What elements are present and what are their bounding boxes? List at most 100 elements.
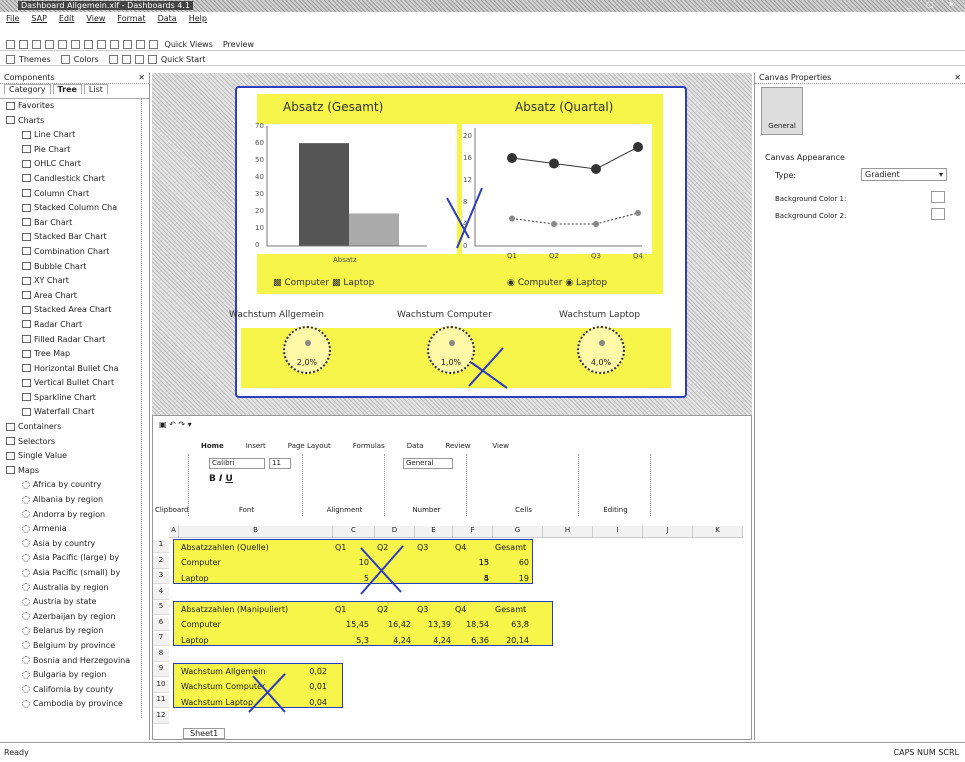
tree-item[interactable]: Albania by region — [0, 493, 149, 508]
menu-sap[interactable]: SAP — [31, 14, 47, 23]
menu-edit[interactable]: Edit — [59, 14, 75, 23]
tree-item[interactable]: Charts — [0, 114, 149, 129]
ribbon-tab[interactable]: Data — [407, 442, 424, 450]
format-icon[interactable] — [108, 55, 118, 64]
tree-item[interactable]: Belarus by region — [0, 624, 149, 639]
ribbon-tab[interactable]: Review — [445, 442, 470, 450]
copy-icon[interactable] — [58, 40, 67, 49]
tree-item[interactable]: Asia Pacific (large) by — [0, 551, 149, 566]
quick-start-button[interactable]: Quick Start — [161, 55, 206, 64]
excel-quick-access[interactable]: ▣ ↶ ↷ ▾ — [159, 420, 192, 429]
sheet-tab[interactable]: Sheet1 — [183, 728, 226, 739]
preview-button[interactable]: Preview — [223, 40, 254, 49]
cut-icon[interactable] — [45, 40, 54, 49]
tree-item[interactable]: Area Chart — [0, 289, 149, 304]
ribbon-tab[interactable]: View — [492, 442, 509, 450]
tree-item[interactable]: Favorites — [0, 99, 149, 114]
tab-tree[interactable]: Tree — [52, 84, 82, 94]
tree-item[interactable]: Pie Chart — [0, 143, 149, 158]
menu-format[interactable]: Format — [117, 14, 145, 23]
size-icon[interactable] — [147, 55, 157, 64]
tree-item[interactable]: Austria by state — [0, 595, 149, 610]
bold-button[interactable]: B I U — [209, 474, 233, 484]
themes-button[interactable]: Themes — [19, 55, 51, 64]
menu-file[interactable]: File — [6, 14, 19, 23]
tree-item[interactable]: Horizontal Bullet Cha — [0, 362, 149, 377]
tree-item[interactable]: Azerbaijan by region — [0, 610, 149, 625]
tree-item[interactable]: Asia Pacific (small) by — [0, 566, 149, 581]
tree-item[interactable]: Armenia — [0, 522, 149, 537]
close-icon[interactable]: ✕ — [138, 73, 145, 82]
tree-item[interactable]: Sparkline Chart — [0, 391, 149, 406]
tree-item[interactable]: Vertical Bullet Chart — [0, 376, 149, 391]
group-icon[interactable] — [123, 40, 132, 49]
tree-item[interactable]: Asia by country — [0, 537, 149, 552]
tree-item[interactable]: Tree Map — [0, 347, 149, 362]
component-icon — [6, 101, 15, 110]
tree-item[interactable]: Waterfall Chart — [0, 405, 149, 420]
tree-item[interactable]: Cambodia by province — [0, 697, 149, 712]
tab-general[interactable]: General — [761, 87, 803, 135]
menu-help[interactable]: Help — [189, 14, 207, 23]
dashboard-canvas[interactable]: Absatz (Gesamt) Absatz (Quartal) Q1 Q2 Q3 Q… — [229, 86, 687, 398]
tree-item[interactable]: Radar Chart — [0, 318, 149, 333]
tab-category[interactable]: Category — [4, 84, 51, 94]
editing-group: Editing — [581, 454, 651, 516]
tree-item-label: Asia Pacific (large) by — [33, 553, 120, 563]
tree-item[interactable]: Stacked Area Chart — [0, 303, 149, 318]
align-icon[interactable] — [110, 40, 119, 49]
ribbon-tab[interactable]: Home — [201, 442, 224, 450]
tree-item[interactable]: Bulgaria by region — [0, 668, 149, 683]
tree-scrollbar[interactable] — [141, 99, 149, 718]
number-format-select[interactable]: General — [403, 458, 453, 469]
bg-color1-picker[interactable] — [931, 191, 945, 203]
new-icon[interactable] — [6, 40, 15, 49]
bg-color2-picker[interactable] — [931, 208, 945, 220]
redo-icon[interactable] — [97, 40, 106, 49]
paste-icon[interactable] — [71, 40, 80, 49]
tree-item[interactable]: Containers — [0, 420, 149, 435]
tree-item-label: Africa by country — [33, 480, 102, 490]
tree-item[interactable]: Single Value — [0, 449, 149, 464]
tree-item[interactable]: OHLC Chart — [0, 157, 149, 172]
tab-list[interactable]: List — [83, 84, 108, 94]
font-size-select[interactable]: 11 — [269, 458, 291, 469]
tree-item[interactable]: Stacked Bar Chart — [0, 230, 149, 245]
tree-item[interactable]: Selectors — [0, 435, 149, 450]
tree-item[interactable]: Africa by country — [0, 478, 149, 493]
tree-item[interactable]: California by county — [0, 683, 149, 698]
undo-icon[interactable] — [84, 40, 93, 49]
window-controls[interactable]: _ ▢ ✕ — [908, 0, 961, 9]
tree-item[interactable]: Line Chart — [0, 128, 149, 143]
ribbon-tab[interactable]: Page Layout — [288, 442, 331, 450]
menu-data[interactable]: Data — [158, 14, 177, 23]
tree-item[interactable]: Belgium by province — [0, 639, 149, 654]
sheet-grid[interactable]: A B C D E F G H I J K 1 2 3 4 5 6 7 8 9 10 11 12 Absatzzahlen (… — [153, 526, 753, 731]
tree-item[interactable]: XY Chart — [0, 274, 149, 289]
tree-item[interactable]: Bar Chart — [0, 216, 149, 231]
tree-item[interactable]: Filled Radar Chart — [0, 333, 149, 348]
type-select[interactable]: Gradient ▾ — [861, 168, 947, 181]
distribute-icon[interactable] — [134, 55, 144, 64]
bring-front-icon[interactable] — [136, 40, 145, 49]
menu-view[interactable]: View — [86, 14, 105, 23]
tree-item[interactable]: Andorra by region — [0, 508, 149, 523]
save-icon[interactable] — [32, 40, 41, 49]
close-icon[interactable]: ✕ — [954, 73, 961, 82]
tree-item[interactable]: Bosnia and Herzegovina — [0, 654, 149, 669]
ribbon-tab[interactable]: Formulas — [353, 442, 385, 450]
tree-item[interactable]: Bubble Chart — [0, 260, 149, 275]
tree-item[interactable]: Stacked Column Cha — [0, 201, 149, 216]
open-icon[interactable] — [19, 40, 28, 49]
send-back-icon[interactable] — [149, 40, 158, 49]
colors-button[interactable]: Colors — [74, 55, 99, 64]
font-select[interactable]: Calibri — [209, 458, 265, 469]
tree-item[interactable]: Combination Chart — [0, 245, 149, 260]
quick-views-button[interactable]: Quick Views — [165, 40, 213, 49]
ribbon-tab[interactable]: Insert — [246, 442, 266, 450]
tree-item[interactable]: Maps — [0, 464, 149, 479]
tree-item[interactable]: Australia by region — [0, 581, 149, 596]
tree-item[interactable]: Column Chart — [0, 187, 149, 202]
tree-item[interactable]: Candlestick Chart — [0, 172, 149, 187]
layout-icon[interactable] — [121, 55, 131, 64]
